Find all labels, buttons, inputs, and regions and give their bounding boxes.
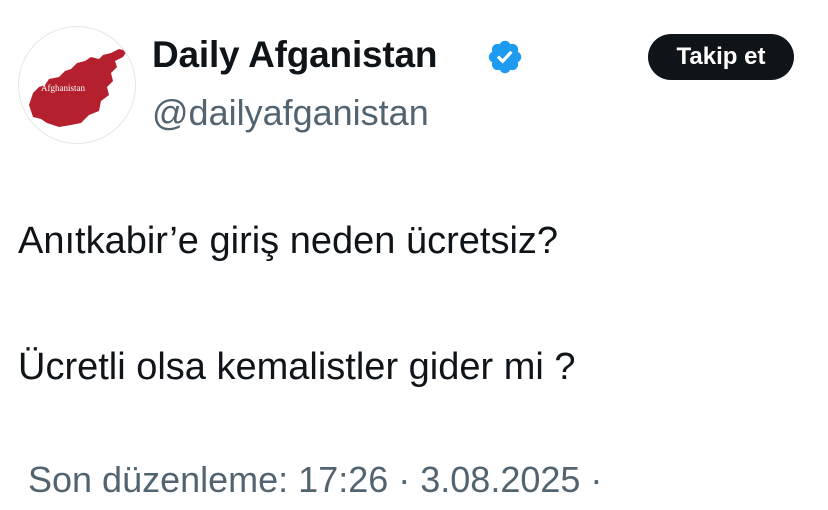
verified-badge-icon <box>488 40 522 74</box>
edit-timestamp[interactable]: Son düzenleme: 17:26 · 3.08.2025 · <box>28 459 602 501</box>
afghanistan-map-icon: Afghanistan <box>29 49 127 127</box>
map-label: Afghanistan <box>41 83 85 93</box>
tweet-text-line-2: Ücretli olsa kemalistler gider mi ? <box>18 346 576 388</box>
tweet-text-line-1: Anıtkabir’e giriş neden ücretsiz? <box>18 220 559 262</box>
avatar[interactable]: Afghanistan <box>18 26 136 144</box>
follow-button[interactable]: Takip et <box>648 34 794 80</box>
user-handle[interactable]: @dailyafganistan <box>152 92 429 134</box>
display-name[interactable]: Daily Afganistan <box>152 34 438 76</box>
